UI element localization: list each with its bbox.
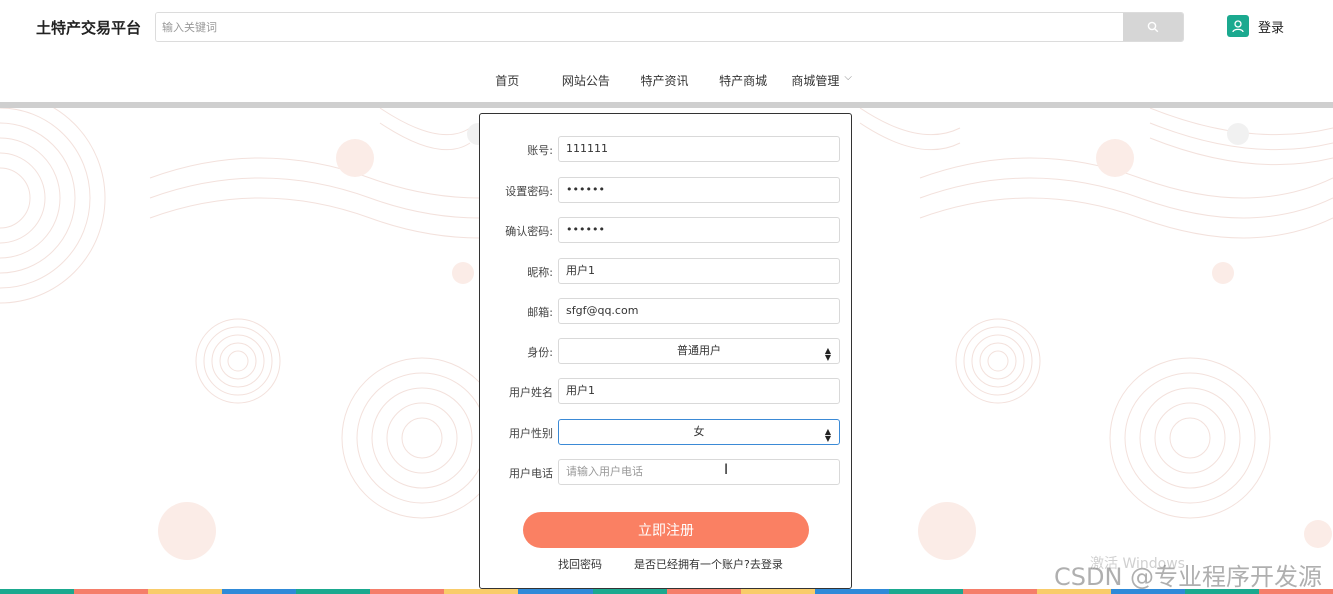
register-button[interactable]: 立即注册: [523, 512, 809, 548]
gender-row: 用户性别 女 ▲ ▼: [480, 419, 853, 445]
account-label: 账号:: [527, 144, 553, 157]
phone-row: 用户电话 请输入用户电话 I: [480, 459, 853, 485]
top-header: 土特产交易平台 登录: [0, 0, 1333, 56]
forgot-password-link[interactable]: 找回密码: [558, 556, 602, 572]
password-label: 设置密码:: [505, 185, 553, 198]
password-input[interactable]: ••••••: [558, 177, 840, 203]
user-icon: [1227, 15, 1249, 37]
form-links: 找回密码 是否已经拥有一个账户?去登录: [558, 556, 783, 572]
gender-select-value: 女: [693, 425, 705, 438]
account-row: 账号: 111111: [480, 136, 853, 162]
select-arrows-icon: ▲ ▼: [824, 427, 831, 443]
nickname-row: 昵称: 用户1: [480, 258, 853, 284]
nickname-label: 昵称:: [527, 266, 553, 279]
confirm-password-row: 确认密码: ••••••: [480, 217, 853, 243]
name-row: 用户姓名 用户1: [480, 378, 853, 404]
csdn-watermark: CSDN @专业程序开发源: [1054, 563, 1323, 591]
email-input[interactable]: sfgf@qq.com: [558, 298, 840, 324]
confirm-password-label: 确认密码:: [505, 225, 553, 238]
account-input[interactable]: 111111: [558, 136, 840, 162]
role-select-value: 普通用户: [677, 344, 721, 357]
search-input[interactable]: [156, 13, 1123, 41]
login-label: 登录: [1258, 20, 1285, 36]
phone-label: 用户电话: [509, 467, 553, 480]
site-logo[interactable]: 土特产交易平台: [36, 17, 141, 38]
name-label: 用户姓名: [509, 386, 553, 399]
register-form: 账号: 111111 设置密码: •••••• 确认密码: •••••• 昵称:…: [479, 113, 852, 589]
role-row: 身份: 普通用户 ▲ ▼: [480, 338, 853, 364]
password-row: 设置密码: ••••••: [480, 177, 853, 203]
select-arrows-icon: ▲ ▼: [824, 346, 831, 362]
search-icon: [1147, 21, 1159, 33]
login-link[interactable]: 登录: [1227, 15, 1284, 37]
email-row: 邮箱: sfgf@qq.com: [480, 298, 853, 324]
gender-select[interactable]: 女 ▲ ▼: [558, 419, 840, 445]
search-bar: [155, 12, 1184, 42]
name-input[interactable]: 用户1: [558, 378, 840, 404]
phone-input[interactable]: 请输入用户电话: [558, 459, 840, 485]
confirm-password-input[interactable]: ••••••: [558, 217, 840, 243]
search-button[interactable]: [1123, 13, 1183, 41]
email-label: 邮箱:: [527, 306, 553, 319]
role-select[interactable]: 普通用户 ▲ ▼: [558, 338, 840, 364]
nickname-input[interactable]: 用户1: [558, 258, 840, 284]
role-label: 身份:: [527, 346, 553, 359]
gender-label: 用户性别: [509, 427, 553, 440]
login-link-bottom[interactable]: 是否已经拥有一个账户?去登录: [634, 556, 783, 572]
text-cursor-icon: I: [724, 462, 729, 478]
